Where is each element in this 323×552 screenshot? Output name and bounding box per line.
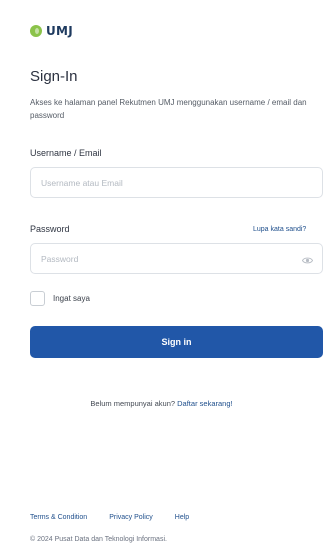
page-description: Akses ke halaman panel Rekutmen UMJ meng…: [30, 98, 307, 120]
brand-logo[interactable]: UMJ: [30, 24, 73, 38]
sign-in-button[interactable]: Sign in: [30, 326, 323, 358]
page-title: Sign-In: [30, 68, 78, 85]
username-label: Username / Email: [30, 148, 102, 158]
password-label: Password: [30, 224, 70, 234]
register-text: Belum mempunyai akun?: [90, 399, 176, 408]
register-link[interactable]: Daftar sekarang!: [177, 399, 232, 408]
register-prompt: Belum mempunyai akun? Daftar sekarang!: [0, 399, 323, 408]
globe-logo-icon: [30, 25, 42, 37]
logo-text: UMJ: [46, 24, 74, 38]
username-input[interactable]: [30, 167, 323, 198]
copyright: © 2024 Pusat Data dan Teknologi Informas…: [30, 536, 167, 543]
remember-me[interactable]: Ingat saya: [30, 291, 90, 306]
privacy-link[interactable]: Privacy Policy: [109, 514, 153, 521]
footer-links: Terms & Condition Privacy Policy Help: [30, 514, 189, 521]
password-input[interactable]: [30, 243, 323, 274]
help-link[interactable]: Help: [175, 514, 189, 521]
remember-label: Ingat saya: [53, 294, 90, 303]
terms-link[interactable]: Terms & Condition: [30, 514, 87, 521]
eye-icon[interactable]: [301, 253, 314, 264]
forgot-password-link[interactable]: Lupa kata sandi?: [253, 226, 306, 233]
remember-checkbox[interactable]: [30, 291, 45, 306]
